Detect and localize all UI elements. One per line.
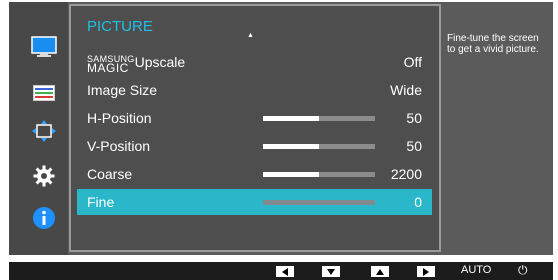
- menu-item-v-position[interactable]: V-Position 50: [77, 133, 432, 159]
- button-guide-bar: AUTO ⏻: [9, 262, 553, 280]
- menu-item-label: SAMSUNG MAGIC Upscale: [87, 54, 186, 75]
- category-sidebar: [9, 2, 68, 255]
- coarse-slider[interactable]: [263, 172, 375, 177]
- menu-item-value: 0: [414, 194, 422, 210]
- up-arrow-icon: [376, 268, 384, 275]
- menu-item-label: Coarse: [87, 166, 133, 182]
- left-arrow-button[interactable]: [276, 266, 294, 277]
- info-icon[interactable]: [30, 206, 58, 230]
- v-position-slider[interactable]: [263, 144, 375, 149]
- power-icon[interactable]: ⏻: [518, 263, 528, 278]
- down-arrow-icon: [327, 268, 335, 275]
- menu-item-magic-upscale[interactable]: SAMSUNG MAGIC Upscale Off: [77, 49, 432, 75]
- resize-arrows-icon[interactable]: [30, 119, 58, 143]
- magic-text: MAGIC: [87, 61, 129, 75]
- menu-title: PICTURE: [87, 18, 153, 35]
- menu-item-label: V-Position: [87, 138, 151, 154]
- right-arrow-icon: [423, 267, 429, 276]
- scroll-up-indicator[interactable]: ▲: [247, 32, 254, 39]
- menu-item-label: H-Position: [87, 110, 152, 126]
- slider-fill: [263, 144, 319, 149]
- menu-item-image-size[interactable]: Image Size Wide: [77, 77, 432, 103]
- up-arrow-button[interactable]: [371, 266, 389, 277]
- menu-item-label: Image Size: [87, 82, 158, 98]
- menu-item-label: Fine: [87, 194, 115, 210]
- auto-button[interactable]: AUTO: [461, 264, 491, 276]
- right-arrow-button[interactable]: [417, 266, 435, 277]
- monitor-picture-icon[interactable]: [30, 35, 58, 59]
- menu-item-value: 50: [406, 110, 422, 126]
- fine-slider[interactable]: [263, 200, 375, 205]
- left-arrow-icon: [282, 267, 288, 276]
- h-position-slider[interactable]: [263, 116, 375, 121]
- menu-item-fine[interactable]: Fine 0: [77, 189, 432, 215]
- menu-item-value: Off: [403, 54, 422, 70]
- help-description: Fine-tune the screen to get a vivid pict…: [447, 33, 539, 55]
- menu-item-value: Wide: [390, 82, 422, 98]
- slider-fill: [263, 116, 319, 121]
- menu-item-value: 50: [406, 138, 422, 154]
- color-bars-icon[interactable]: [30, 81, 58, 105]
- picture-menu-panel: PICTURE ▲ SAMSUNG MAGIC Upscale Off Image …: [69, 4, 441, 252]
- slider-fill: [263, 172, 319, 177]
- upscale-text: Upscale: [134, 54, 186, 70]
- menu-item-h-position[interactable]: H-Position 50: [77, 105, 432, 131]
- down-arrow-button[interactable]: [322, 266, 340, 277]
- gear-icon[interactable]: [30, 164, 58, 188]
- menu-item-value: 2200: [390, 166, 422, 182]
- menu-item-coarse[interactable]: Coarse 2200: [77, 161, 432, 187]
